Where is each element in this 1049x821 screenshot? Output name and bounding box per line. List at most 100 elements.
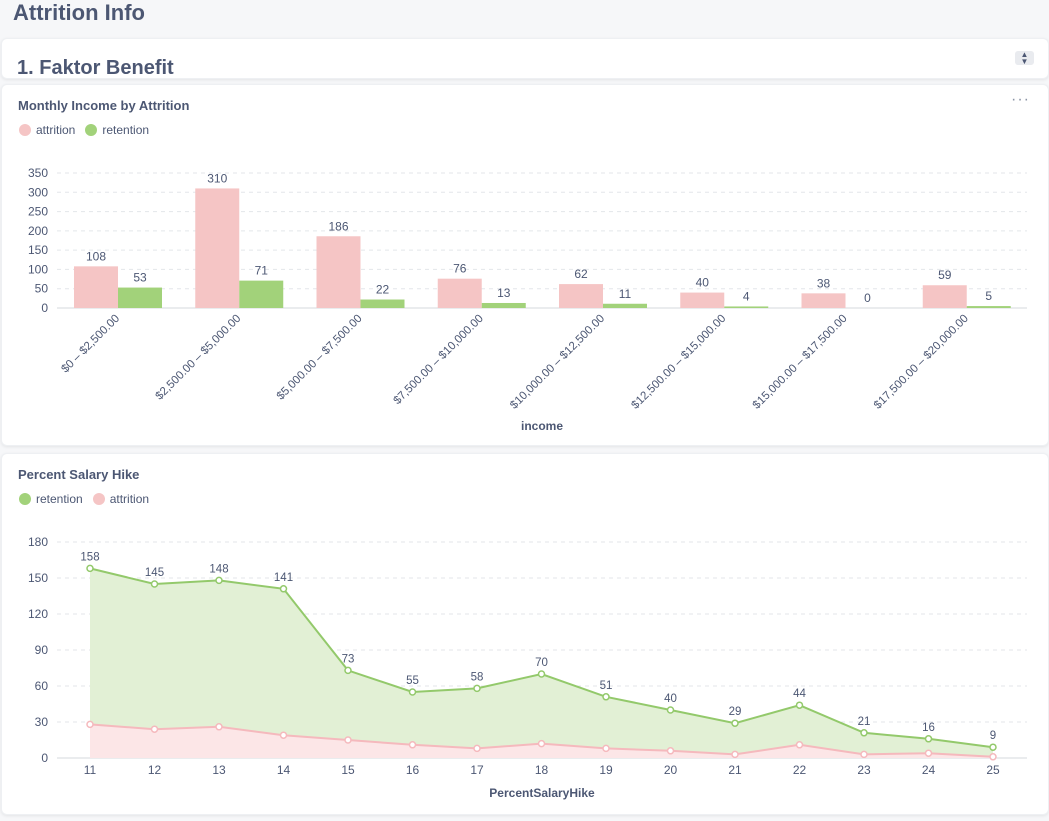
data-label-retention: 22 xyxy=(376,283,390,297)
point-retention xyxy=(279,585,288,593)
point-retention xyxy=(537,670,546,678)
point-attrition xyxy=(602,744,610,753)
point-attrition xyxy=(408,741,417,749)
point-attrition xyxy=(860,750,868,759)
data-label-retention: 9 xyxy=(990,730,996,742)
data-label-retention: 21 xyxy=(858,716,871,728)
data-label-retention: 11 xyxy=(619,287,632,301)
x-tick-label: 25 xyxy=(986,763,1000,777)
point-attrition xyxy=(215,723,223,731)
bar-retention xyxy=(481,302,526,308)
data-label-retention: 53 xyxy=(133,271,147,285)
page-title: Attrition Info xyxy=(13,0,145,25)
data-label-retention: 58 xyxy=(471,671,484,683)
bar-retention xyxy=(118,287,162,308)
x-tick-label: 24 xyxy=(922,763,936,777)
data-label-attrition: 310 xyxy=(207,171,227,185)
point-attrition xyxy=(731,750,739,759)
data-label-retention: 44 xyxy=(793,688,806,700)
data-label-attrition: 108 xyxy=(86,249,106,263)
point-retention xyxy=(215,576,223,585)
bar-retention xyxy=(603,303,647,308)
y-tick-label: 120 xyxy=(28,607,48,621)
y-tick-label: 0 xyxy=(41,301,48,315)
x-tick-label: 17 xyxy=(470,763,484,777)
data-label-retention: 0 xyxy=(864,291,871,305)
section-heading-card: 1. Faktor Benefit ▲ ▼ xyxy=(1,38,1049,79)
section-heading: 1. Faktor Benefit xyxy=(17,57,174,79)
y-tick-label: 30 xyxy=(35,715,49,729)
y-tick-label: 150 xyxy=(28,571,48,585)
x-tick-label: $12,500.00 – $15,000.00 xyxy=(629,313,728,412)
data-label-retention: 71 xyxy=(255,264,269,278)
bar-attrition xyxy=(195,188,240,308)
x-tick-label: $10,000.00 – $12,500.00 xyxy=(508,313,607,412)
data-label-retention: 4 xyxy=(743,289,750,303)
data-label-retention: 13 xyxy=(497,286,511,300)
point-attrition xyxy=(924,749,933,757)
point-retention xyxy=(473,684,481,693)
point-retention xyxy=(408,688,417,696)
y-tick-label: 300 xyxy=(28,185,48,199)
bar-retention xyxy=(360,299,405,308)
x-tick-label: $7,500.00 – $10,000.00 xyxy=(391,313,485,407)
y-tick-label: 150 xyxy=(28,243,48,257)
income-chart-card: Monthly Income by Attrition ··· attritio… xyxy=(1,84,1049,446)
point-attrition xyxy=(537,739,546,748)
data-label-retention: 148 xyxy=(209,563,228,575)
data-label-retention: 141 xyxy=(274,572,293,584)
x-tick-label: $5,000.00 – $7,500.00 xyxy=(275,313,365,403)
data-label-retention: 29 xyxy=(729,706,742,718)
point-attrition xyxy=(279,731,288,739)
x-tick-label: $2,500.00 – $5,000.00 xyxy=(153,313,243,403)
y-tick-label: 350 xyxy=(28,166,48,180)
point-retention xyxy=(666,706,675,714)
point-retention xyxy=(731,719,739,727)
salary-hike-area-chart: 0 30 60 90 120 150 180 158 145 148 141 73 55 58 70 51 40… xyxy=(28,535,1027,800)
point-retention xyxy=(602,693,610,701)
point-retention xyxy=(344,666,352,675)
point-attrition xyxy=(666,747,675,755)
x-tick-label: 21 xyxy=(728,763,742,777)
bar-retention xyxy=(724,306,769,308)
data-label-retention: 51 xyxy=(600,680,613,692)
y-tick-label: 250 xyxy=(28,205,48,219)
point-retention xyxy=(795,701,804,709)
x-tick-label: 13 xyxy=(212,763,226,777)
x-tick-label: 22 xyxy=(793,763,807,777)
data-label-retention: 5 xyxy=(985,289,992,303)
data-label-retention: 16 xyxy=(922,722,935,734)
x-tick-label: 15 xyxy=(341,763,355,777)
data-label-retention: 55 xyxy=(406,675,419,687)
x-axis-label: PercentSalaryHike xyxy=(489,786,595,800)
y-tick-label: 180 xyxy=(28,535,48,549)
point-attrition xyxy=(795,741,804,749)
y-tick-label: 200 xyxy=(28,224,48,238)
x-axis-label: income xyxy=(521,419,563,433)
bar-attrition xyxy=(559,284,603,308)
x-tick-label: 20 xyxy=(664,763,678,777)
x-tick-label: $0 – $2,500.00 xyxy=(59,313,122,376)
income-bar-chart: 05010015020025030035010853$0 – $2,500.00… xyxy=(28,166,1027,433)
up-down-chevron-icon[interactable]: ▲ ▼ xyxy=(1015,51,1034,66)
bar-attrition xyxy=(680,292,725,308)
bar-attrition xyxy=(74,266,118,308)
point-attrition xyxy=(473,744,481,753)
bar-attrition xyxy=(922,285,967,308)
bar-retention xyxy=(239,280,284,308)
data-label-retention: 145 xyxy=(145,567,164,579)
bar-attrition xyxy=(437,278,482,308)
y-tick-label: 50 xyxy=(35,282,49,296)
point-retention xyxy=(924,735,933,743)
bar-attrition xyxy=(801,293,846,308)
y-tick-label: 100 xyxy=(28,262,48,276)
y-tick-label: 0 xyxy=(41,751,48,765)
data-label-retention: 40 xyxy=(664,693,677,705)
data-label-attrition: 38 xyxy=(817,276,831,290)
y-tick-label: 90 xyxy=(35,643,49,657)
data-label-attrition: 59 xyxy=(938,268,952,282)
x-tick-label: 14 xyxy=(277,763,291,777)
data-label-retention: 73 xyxy=(342,653,355,665)
x-tick-label: 16 xyxy=(406,763,420,777)
y-tick-label: 60 xyxy=(35,679,49,693)
